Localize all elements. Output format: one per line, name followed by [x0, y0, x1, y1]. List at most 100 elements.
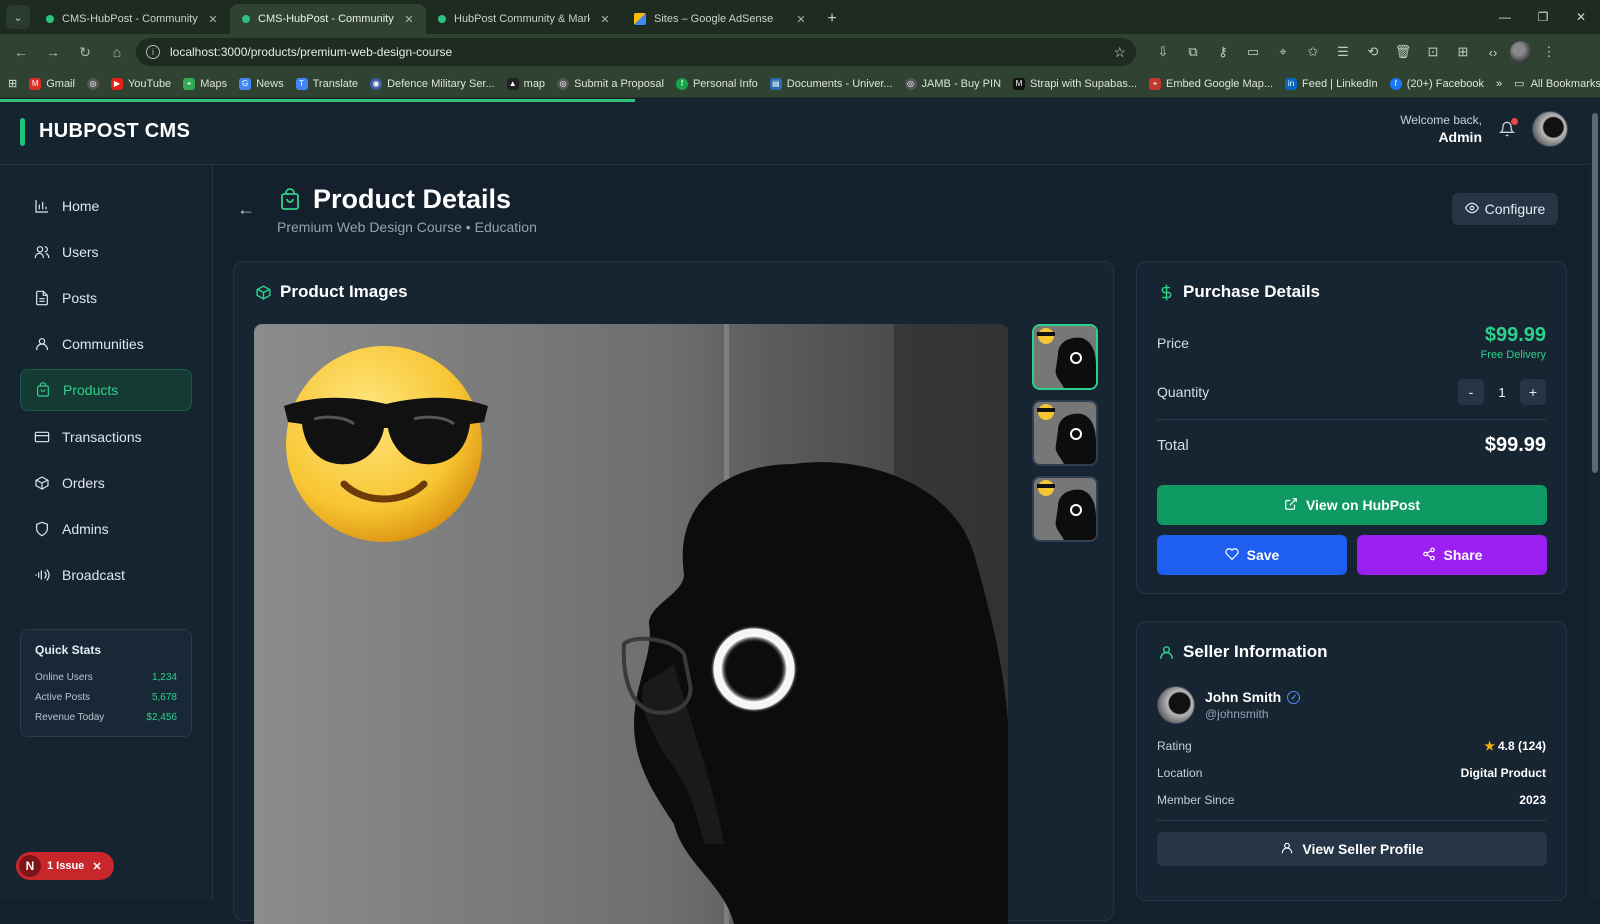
seller-name: John Smith: [1205, 689, 1282, 705]
bookmark-youtube[interactable]: ▶ YouTube: [110, 77, 171, 90]
browser-tab[interactable]: CMS-HubPost - Community Ma ✕: [34, 4, 230, 34]
new-tab-button[interactable]: +: [818, 4, 846, 34]
bookmark-embed-map[interactable]: ⌖ Embed Google Map...: [1149, 77, 1274, 90]
tab-close-icon[interactable]: ✕: [794, 13, 808, 26]
tab-close-icon[interactable]: ✕: [402, 13, 416, 26]
dev-issue-badge[interactable]: N 1 Issue ✕: [16, 852, 114, 880]
bookmark-maps[interactable]: ⌖ Maps: [183, 77, 227, 90]
devtools-icon[interactable]: ‹›: [1480, 39, 1506, 65]
broadcast-icon: [34, 567, 50, 583]
view-seller-profile-button[interactable]: View Seller Profile: [1157, 832, 1547, 866]
tab-search-button[interactable]: ⌄: [6, 5, 30, 29]
bookmark-label: Embed Google Map...: [1166, 77, 1274, 90]
page-scrollbar[interactable]: [1590, 99, 1600, 900]
sidebar-item-orders[interactable]: Orders: [20, 462, 192, 504]
extensions-icon[interactable]: ⧉: [1180, 39, 1206, 65]
history-icon[interactable]: ⟲: [1360, 39, 1386, 65]
thumbnail-strip: [1032, 324, 1098, 542]
bookmark-map[interactable]: ▲ map: [506, 77, 546, 90]
url-text[interactable]: localhost:3000/products/premium-web-desi…: [170, 45, 1103, 59]
browser-tab[interactable]: Sites – Google AdSense ✕: [622, 4, 818, 34]
sidebar-item-transactions[interactable]: Transactions: [20, 416, 192, 458]
tab-label: Sites – Google AdSense: [654, 13, 774, 25]
profile-avatar[interactable]: [1510, 41, 1532, 63]
main-product-image[interactable]: [254, 324, 1008, 924]
site-info-icon[interactable]: i: [146, 45, 160, 59]
screenshot-icon[interactable]: ⊡: [1420, 39, 1446, 65]
browser-tab-active[interactable]: CMS-HubPost - Community Ma ✕: [230, 4, 426, 34]
apps-grid-icon[interactable]: ⊞: [8, 77, 17, 90]
bookmark-personal-info[interactable]: f Personal Info: [675, 77, 758, 90]
bookmark-facebook[interactable]: f (20+) Facebook: [1389, 77, 1484, 90]
sidebar-item-broadcast[interactable]: Broadcast: [20, 554, 192, 596]
card-icon[interactable]: ▭: [1240, 39, 1266, 65]
more-bookmarks-icon[interactable]: »: [1496, 78, 1502, 90]
bookmark-linkedin[interactable]: in Feed | LinkedIn: [1285, 77, 1378, 90]
all-bookmarks[interactable]: ▭ All Bookmarks: [1514, 77, 1600, 91]
share-button[interactable]: Share: [1357, 535, 1547, 575]
shopping-bag-icon: [277, 187, 303, 213]
quantity-increase-button[interactable]: +: [1520, 379, 1546, 405]
quantity-value: 1: [1498, 384, 1506, 400]
brand-name: HUBPOST CMS: [39, 120, 191, 142]
reload-icon[interactable]: ↻: [72, 39, 98, 65]
bookmark-defence[interactable]: ◉ Defence Military Ser...: [370, 77, 495, 90]
bookmark-globe[interactable]: ◎: [86, 77, 99, 90]
bookmark-label: map: [523, 77, 546, 90]
bookmark-translate[interactable]: T Translate: [295, 77, 358, 90]
address-bar[interactable]: i localhost:3000/products/premium-web-de…: [136, 38, 1136, 66]
tab-close-icon[interactable]: ✕: [206, 13, 220, 26]
configure-button[interactable]: Configure: [1452, 193, 1558, 225]
bookmark-documents[interactable]: ▤ Documents - Univer...: [769, 77, 893, 90]
reading-list-icon[interactable]: ☰: [1330, 39, 1356, 65]
sidebar-item-admins[interactable]: Admins: [20, 508, 192, 550]
thumbnail-image[interactable]: [1032, 400, 1098, 466]
seller-profile: John Smith ✓ @johnsmith: [1157, 686, 1301, 724]
bookmark-gmail[interactable]: M Gmail: [29, 77, 75, 90]
seller-avatar[interactable]: [1157, 686, 1195, 724]
forward-icon[interactable]: →: [40, 39, 66, 65]
save-button[interactable]: Save: [1157, 535, 1347, 575]
home-icon[interactable]: ⌂: [104, 39, 130, 65]
close-icon[interactable]: ✕: [92, 860, 101, 873]
sidebar-item-users[interactable]: Users: [20, 231, 192, 273]
apps-grid-icon[interactable]: ⊞: [1450, 39, 1476, 65]
bookmark-jamb[interactable]: ◎ JAMB - Buy PIN: [904, 77, 1001, 90]
notification-bell-icon[interactable]: [1496, 118, 1518, 140]
adsense-favicon: [634, 13, 646, 25]
thumbnail-image[interactable]: [1032, 476, 1098, 542]
sidebar-item-products[interactable]: Products: [20, 369, 192, 411]
view-on-hubpost-button[interactable]: View on HubPost: [1157, 485, 1547, 525]
tab-close-icon[interactable]: ✕: [598, 13, 612, 26]
sidebar-item-home[interactable]: Home: [20, 185, 192, 227]
minimize-icon[interactable]: —: [1486, 0, 1524, 34]
bookmark-news[interactable]: G News: [239, 77, 284, 90]
share-icon: [1422, 547, 1436, 564]
thumbnail-image[interactable]: [1032, 324, 1098, 390]
sidebar-item-label: Home: [62, 198, 100, 214]
back-arrow-icon[interactable]: ←: [235, 198, 257, 220]
browser-tab[interactable]: HubPost Community & Market ✕: [426, 4, 622, 34]
scrollbar-thumb[interactable]: [1592, 113, 1598, 473]
favorites-icon[interactable]: ✩: [1300, 39, 1326, 65]
tab-label: CMS-HubPost - Community Ma: [62, 13, 198, 25]
password-key-icon[interactable]: ⚷: [1210, 39, 1236, 65]
sidebar-item-posts[interactable]: Posts: [20, 277, 192, 319]
bookmark-proposal[interactable]: ◎ Submit a Proposal: [557, 77, 664, 90]
trash-icon[interactable]: 🗑: [1390, 39, 1416, 65]
restore-icon[interactable]: ❐: [1524, 0, 1562, 34]
download-icon[interactable]: ⇩: [1150, 39, 1176, 65]
quantity-decrease-button[interactable]: -: [1458, 379, 1484, 405]
menu-kebab-icon[interactable]: ⋮: [1536, 39, 1562, 65]
close-window-icon[interactable]: ✕: [1562, 0, 1600, 34]
brand[interactable]: HUBPOST CMS: [0, 117, 191, 146]
location-pin-icon[interactable]: ⌖: [1270, 39, 1296, 65]
back-icon[interactable]: ←: [8, 39, 34, 65]
bookmark-star-icon[interactable]: ☆: [1113, 44, 1126, 61]
total-row: Total $99.99: [1157, 434, 1546, 457]
user-icon: [1280, 841, 1294, 858]
bookmark-strapi[interactable]: M Strapi with Supabas...: [1013, 77, 1137, 90]
sidebar-item-communities[interactable]: Communities: [20, 323, 192, 365]
bookmark-label: Gmail: [46, 77, 75, 90]
user-avatar[interactable]: [1532, 111, 1568, 147]
